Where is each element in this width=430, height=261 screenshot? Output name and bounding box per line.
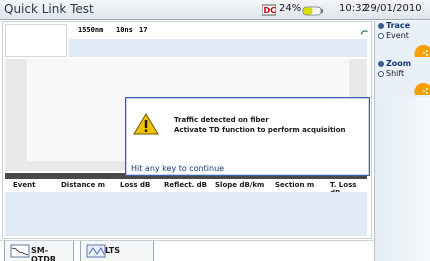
radio-empty-icon [378,70,384,77]
zoom-shift-group[interactable]: Zoom Shift [375,57,430,95]
radio-zoom[interactable]: Zoom [378,59,411,68]
averages-value: 17 [139,26,148,34]
rotary-knob-icon [414,83,430,95]
col-loss: Loss dB [120,181,151,189]
tab-label: LTS [105,246,120,255]
date: 29/01/2010 [364,3,422,14]
radio-selected-icon [378,60,384,67]
trace-event-group[interactable]: Trace Event [375,21,430,59]
col-slope: Slope dB/km [215,181,265,189]
dc-power-icon: DC [262,4,276,16]
tab-sm-otdr[interactable]: SM-OTDR [4,241,74,261]
right-panel: Trace Event Zoom Shift [374,21,430,261]
radio-empty-icon [378,32,384,39]
col-distance: Distance m [61,181,106,189]
radio-shift[interactable]: Shift [378,69,404,78]
otdr-trace-icon [10,244,30,258]
battery-icon [302,6,323,16]
events-table-header: Event Distance m Loss dB Reflect. dB Slo… [5,179,367,197]
col-event: Event [13,181,36,189]
tab-lts[interactable]: LTS [80,241,154,261]
info-bar [69,39,367,57]
pulse-width-value: 10ns [116,26,133,34]
title-bar: Quick Link Test DC 24% 10:32 29/01/2010 [0,0,430,20]
radio-trace[interactable]: Trace [378,21,410,30]
dialog-message-line1: Traffic detected on fiber [174,116,269,124]
info-thumbnail [5,24,67,57]
acquisition-info: 1550nm 10ns 17 [5,24,368,57]
col-section: Section m [275,181,315,189]
svg-text:DC: DC [264,6,277,15]
wavelength-value: 1550nm [78,26,104,34]
rotary-knob-icon [414,45,430,57]
col-reflect: Reflect. dB [164,181,208,189]
dialog-message-line2: Activate TD function to perform acquisit… [174,126,346,134]
tab-label: SM-OTDR [31,246,57,261]
tab-bar: SM-OTDR LTS [0,240,374,261]
app-title: Quick Link Test [4,2,94,16]
radio-event[interactable]: Event [378,31,409,40]
traffic-warning-dialog[interactable]: Traffic detected on fiber Activate TD fu… [125,97,370,176]
events-table-body[interactable] [5,192,367,236]
battery-percent: 24% [279,3,302,14]
warning-icon [133,113,159,135]
side-panel-background [375,97,430,261]
refresh-icon [360,30,368,35]
radio-selected-icon [378,22,384,29]
lts-meter-icon [86,244,106,258]
dialog-continue-hint[interactable]: Hit any key to continue [131,164,224,173]
